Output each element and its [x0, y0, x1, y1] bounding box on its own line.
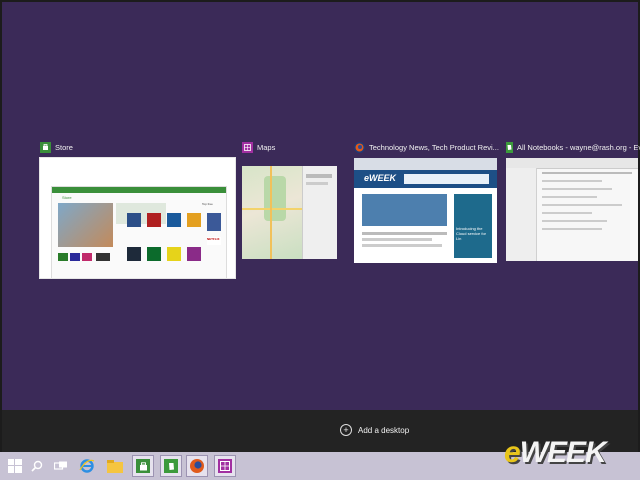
internet-explorer-button[interactable] [76, 455, 98, 477]
store-top-free-label: Top free [202, 202, 213, 206]
evernote-icon [506, 141, 513, 153]
window-maps-header: Maps [242, 140, 337, 154]
evernote-icon [164, 459, 178, 473]
window-evernote-header: All Notebooks - wayne@rash.org - Ever [506, 140, 640, 154]
window-evernote-title: All Notebooks - wayne@rash.org - Ever [517, 142, 640, 152]
taskbar-store-button[interactable] [132, 455, 154, 477]
netflix-label: NETFLIX [207, 237, 221, 245]
window-maps-title: Maps [257, 142, 276, 152]
eweek-watermark: eWEEK [504, 436, 607, 469]
taskbar-maps-button[interactable] [214, 455, 236, 477]
window-browser-title: Technology News, Tech Product Revi... [369, 142, 499, 152]
plus-icon: + [340, 424, 352, 436]
window-store-title: Store [55, 142, 73, 152]
window-evernote[interactable]: All Notebooks - wayne@rash.org - Ever [506, 140, 640, 261]
store-header-label: Store [62, 195, 72, 200]
maps-icon [218, 459, 232, 473]
store-icon [40, 141, 51, 153]
search-button[interactable] [26, 455, 48, 477]
task-view-button[interactable] [50, 455, 72, 477]
add-desktop-label: Add a desktop [358, 425, 410, 435]
firefox-icon [354, 141, 365, 153]
start-button[interactable] [4, 455, 26, 477]
windows-logo-icon [8, 459, 22, 473]
search-icon [31, 460, 43, 472]
internet-explorer-icon [79, 459, 95, 473]
window-maps-thumbnail[interactable] [242, 166, 337, 259]
browser-site-logo: eWEEK [364, 173, 397, 183]
window-maps[interactable]: Maps [242, 140, 337, 259]
window-browser-header: Technology News, Tech Product Revi... [354, 140, 499, 154]
taskbar-evernote-button[interactable] [160, 455, 182, 477]
window-browser[interactable]: Technology News, Tech Product Revi... eW… [354, 140, 499, 263]
window-store-thumbnail[interactable]: Store Top free NETFLIX [39, 157, 236, 279]
window-evernote-thumbnail[interactable] [506, 158, 638, 261]
store-icon [136, 459, 150, 473]
file-explorer-button[interactable] [104, 455, 126, 477]
folder-icon [107, 459, 123, 473]
firefox-icon [190, 459, 204, 473]
window-browser-thumbnail[interactable]: eWEEK Introducing the Cloud service for … [354, 158, 497, 263]
task-view-icon [54, 461, 67, 470]
taskbar-firefox-button[interactable] [186, 455, 208, 477]
add-desktop-button[interactable]: + Add a desktop [340, 424, 409, 436]
maps-icon [242, 141, 253, 153]
window-store-header: Store [40, 140, 235, 154]
browser-ad-text: Introducing the Cloud service for Lin [456, 226, 487, 241]
window-store[interactable]: Store Store Top free NETFLIX [39, 140, 236, 279]
